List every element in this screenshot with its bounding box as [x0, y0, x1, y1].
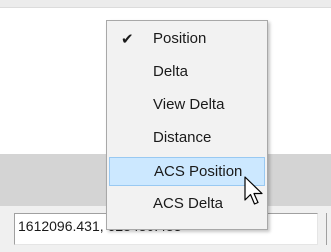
menu-item-label: Position [153, 30, 207, 47]
menu-item-label: ACS Delta [153, 195, 224, 212]
menu-item-label: ACS Position [154, 163, 243, 180]
menu-item-label: Delta [153, 63, 189, 80]
menu-item-label: Distance [153, 129, 212, 146]
menu-item-acs-delta[interactable]: ACS Delta [109, 190, 265, 219]
menu-item-acs-position[interactable]: ACS Position [109, 157, 265, 186]
menu-item-distance[interactable]: Distance [109, 124, 265, 153]
arrow-pointer-icon [244, 176, 263, 205]
status-divider [326, 213, 327, 245]
menu-item-label: View Delta [153, 96, 225, 113]
menu-item-view-delta[interactable]: View Delta [109, 91, 265, 120]
top-strip [0, 0, 331, 8]
menu-item-position[interactable]: ✔ Position [109, 25, 265, 54]
checkmark-icon: ✔ [121, 31, 134, 48]
menu-item-delta[interactable]: Delta [109, 58, 265, 87]
